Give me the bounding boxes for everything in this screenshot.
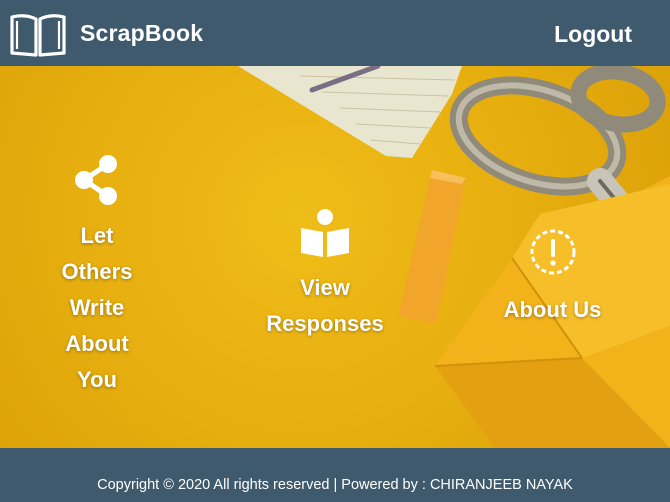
exclamation-circle-icon <box>530 229 575 275</box>
notepad-shape <box>238 66 462 158</box>
brand-name: ScrapBook <box>80 19 204 46</box>
orange-block-shape <box>398 170 466 324</box>
hero-section: Let Others Write About You View Response… <box>0 66 670 448</box>
logout-link[interactable]: Logout <box>554 21 632 48</box>
feature-let-others-write[interactable]: Let Others Write About You <box>42 154 152 398</box>
reader-book-icon <box>301 209 349 257</box>
footer: Copyright © 2020 All rights reserved | P… <box>0 448 670 502</box>
feature-view-responses-label: View Responses <box>266 275 384 336</box>
brand-link[interactable]: ScrapBook <box>8 9 203 57</box>
open-book-logo-icon <box>10 14 66 57</box>
navbar: ScrapBook Logout <box>0 0 670 66</box>
feature-about-us-label: About Us <box>503 297 602 322</box>
share-icon <box>75 155 117 205</box>
feature-about-us[interactable]: About Us <box>480 228 625 328</box>
footer-copyright-text: Copyright © 2020 All rights reserved | P… <box>97 477 573 493</box>
feature-let-others-write-label: Let Others Write About You <box>61 223 133 392</box>
feature-view-responses[interactable]: View Responses <box>245 208 405 342</box>
